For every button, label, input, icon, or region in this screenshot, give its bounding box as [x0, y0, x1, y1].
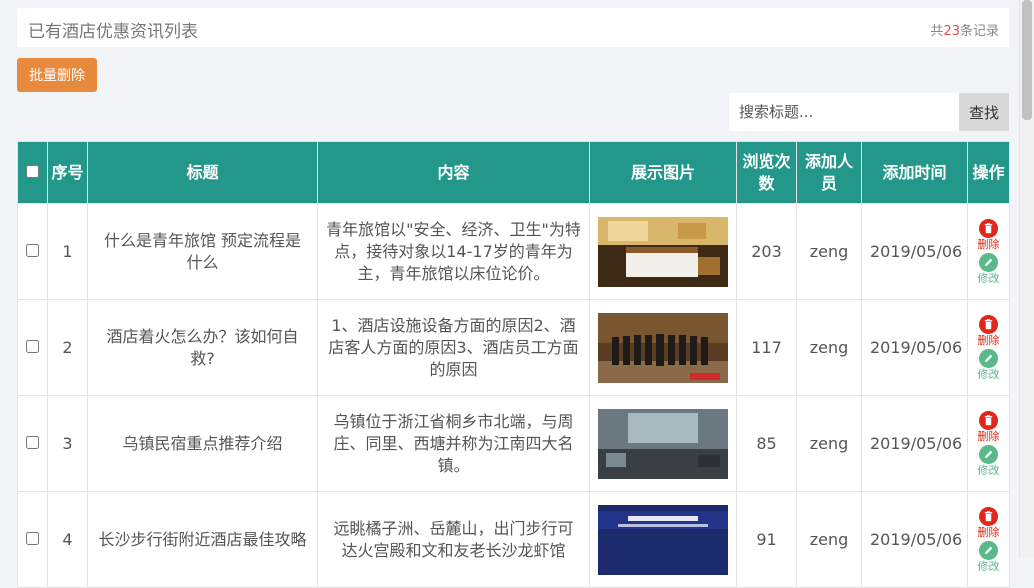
edit-button[interactable]: 修改 — [968, 444, 1009, 477]
press-conference-photo — [598, 504, 728, 575]
hotel-room-photo — [598, 216, 728, 287]
row-actions: 删除 修改 — [967, 395, 1010, 492]
row-author: zeng — [796, 203, 862, 300]
row-select-cell — [17, 491, 48, 588]
trash-icon — [979, 506, 998, 526]
row-content: 乌镇位于浙江省桐乡市北端，与周庄、同里、西塘并称为江南四大名镇。 — [317, 395, 590, 492]
row-author: zeng — [796, 299, 862, 396]
table-header-row: 序号 标题 内容 展示图片 浏览次数 添加人员 添加时间 操作 — [17, 141, 1010, 204]
edit-label: 修改 — [977, 559, 1000, 573]
column-header-actions: 操作 — [967, 141, 1010, 204]
column-header-content: 内容 — [317, 141, 590, 204]
row-content: 1、酒店设施设备方面的原因2、酒店客人方面的原因3、酒店员工方面的原因 — [317, 299, 590, 396]
list-header: 已有酒店优惠资讯列表 共23条记录 — [17, 8, 1009, 47]
search-input[interactable] — [729, 93, 959, 131]
row-title: 乌镇民宿重点推荐介绍 — [87, 395, 318, 492]
trash-icon — [979, 314, 998, 334]
row-image-cell — [589, 491, 737, 588]
hotel-lobby-photo — [598, 408, 728, 479]
delete-button[interactable]: 删除 — [968, 314, 1009, 347]
row-content: 青年旅馆以"安全、经济、卫生"为特点，接待对象以14-17岁的青年为主，青年旅馆… — [317, 203, 590, 300]
news-table: 序号 标题 内容 展示图片 浏览次数 添加人员 添加时间 操作 1 什么是青年旅… — [17, 141, 1010, 588]
pencil-icon — [979, 348, 998, 368]
record-count: 共23条记录 — [930, 20, 999, 39]
row-image-cell — [589, 299, 737, 396]
column-header-index: 序号 — [47, 141, 88, 204]
row-title: 什么是青年旅馆 预定流程是什么 — [87, 203, 318, 300]
column-header-author: 添加人员 — [796, 141, 862, 204]
delete-button[interactable]: 删除 — [968, 410, 1009, 443]
page-title: 已有酒店优惠资讯列表 — [28, 22, 198, 42]
row-views: 91 — [736, 491, 797, 588]
row-index: 4 — [47, 491, 88, 588]
trash-icon — [979, 218, 998, 238]
row-date: 2019/05/06 — [861, 491, 968, 588]
select-all-cell — [17, 141, 48, 204]
edit-label: 修改 — [977, 463, 1000, 477]
vertical-scrollbar[interactable] — [1019, 0, 1034, 558]
row-date: 2019/05/06 — [861, 299, 968, 396]
edit-label: 修改 — [977, 367, 1000, 381]
row-views: 85 — [736, 395, 797, 492]
pencil-icon — [979, 444, 998, 464]
row-actions: 删除 修改 — [967, 491, 1010, 588]
delete-button[interactable]: 删除 — [968, 218, 1009, 251]
delete-label: 删除 — [977, 525, 1000, 539]
delete-label: 删除 — [977, 429, 1000, 443]
row-image-cell — [589, 203, 737, 300]
row-date: 2019/05/06 — [861, 203, 968, 300]
hotel-staff-photo — [598, 312, 728, 383]
record-count-suffix: 条记录 — [959, 24, 999, 39]
row-views: 203 — [736, 203, 797, 300]
batch-delete-button[interactable]: 批量删除 — [17, 58, 97, 92]
edit-button[interactable]: 修改 — [968, 540, 1009, 573]
row-checkbox[interactable] — [26, 339, 39, 353]
scrollbar-thumb[interactable] — [1022, 0, 1032, 120]
row-image-cell — [589, 395, 737, 492]
column-header-views: 浏览次数 — [736, 141, 797, 204]
row-title: 长沙步行街附近酒店最佳攻略 — [87, 491, 318, 588]
table-row: 4 长沙步行街附近酒店最佳攻略 远眺橘子洲、岳麓山，出门步行可达火宫殿和文和友老… — [17, 491, 1010, 588]
edit-button[interactable]: 修改 — [968, 252, 1009, 285]
row-checkbox[interactable] — [26, 243, 39, 257]
table-row: 3 乌镇民宿重点推荐介绍 乌镇位于浙江省桐乡市北端，与周庄、同里、西塘并称为江南… — [17, 395, 1010, 492]
pencil-icon — [979, 540, 998, 560]
row-select-cell — [17, 299, 48, 396]
record-count-prefix: 共 — [930, 24, 944, 39]
row-checkbox[interactable] — [26, 435, 39, 449]
row-select-cell — [17, 395, 48, 492]
row-checkbox[interactable] — [26, 531, 39, 545]
edit-label: 修改 — [977, 271, 1000, 285]
row-select-cell — [17, 203, 48, 300]
search-button[interactable]: 查找 — [959, 93, 1009, 131]
table-row: 2 酒店着火怎么办？该如何自救? 1、酒店设施设备方面的原因2、酒店客人方面的原… — [17, 299, 1010, 396]
column-header-date: 添加时间 — [861, 141, 968, 204]
row-actions: 删除 修改 — [967, 203, 1010, 300]
row-author: zeng — [796, 491, 862, 588]
row-index: 1 — [47, 203, 88, 300]
table-row: 1 什么是青年旅馆 预定流程是什么 青年旅馆以"安全、经济、卫生"为特点，接待对… — [17, 203, 1010, 300]
delete-label: 删除 — [977, 333, 1000, 347]
delete-button[interactable]: 删除 — [968, 506, 1009, 539]
column-header-image: 展示图片 — [589, 141, 737, 204]
row-title: 酒店着火怎么办？该如何自救? — [87, 299, 318, 396]
row-author: zeng — [796, 395, 862, 492]
delete-label: 删除 — [977, 237, 1000, 251]
column-header-title: 标题 — [87, 141, 318, 204]
row-index: 3 — [47, 395, 88, 492]
row-actions: 删除 修改 — [967, 299, 1010, 396]
row-views: 117 — [736, 299, 797, 396]
edit-button[interactable]: 修改 — [968, 348, 1009, 381]
row-index: 2 — [47, 299, 88, 396]
pencil-icon — [979, 252, 998, 272]
select-all-checkbox[interactable] — [26, 164, 39, 178]
trash-icon — [979, 410, 998, 430]
row-date: 2019/05/06 — [861, 395, 968, 492]
row-content: 远眺橘子洲、岳麓山，出门步行可达火宫殿和文和友老长沙龙虾馆 — [317, 491, 590, 588]
record-count-number: 23 — [943, 24, 960, 39]
